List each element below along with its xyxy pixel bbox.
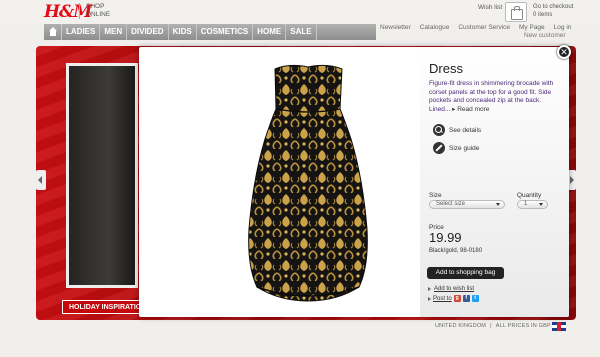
carousel-prev-icon[interactable] xyxy=(36,170,46,190)
nav-ladies[interactable]: LADIES xyxy=(62,24,101,40)
bullet-icon xyxy=(428,296,431,301)
product-title: Dress xyxy=(429,61,463,76)
nav-cosmetics[interactable]: COSMETICS xyxy=(197,24,254,40)
add-to-wish-list-label[interactable]: Add to wish list xyxy=(434,286,474,292)
uk-flag-icon[interactable] xyxy=(552,322,566,331)
holiday-inspiration-label[interactable]: HOLIDAY INSPIRATIO xyxy=(62,300,149,314)
customer-service-link[interactable]: Customer Service xyxy=(458,24,510,31)
nav-sale[interactable]: SALE xyxy=(286,24,317,40)
main-nav: LADIES MEN DIVIDED KIDS COSMETICS HOME S… xyxy=(44,24,376,40)
see-details-label: See details xyxy=(449,126,482,134)
color-article-code: Black/gold, 98-0180 xyxy=(429,248,483,254)
see-details-button[interactable]: See details xyxy=(433,124,481,136)
twitter-icon[interactable]: t xyxy=(471,295,479,302)
pencil-icon xyxy=(433,142,445,154)
wish-list-link[interactable]: Wish list xyxy=(478,4,502,11)
shop-online-label: SHOP ONLINE xyxy=(79,3,119,19)
google-plus-icon[interactable]: g xyxy=(453,295,461,302)
bag-item-count: 0 items xyxy=(533,12,553,18)
nav-home[interactable]: HOME xyxy=(253,24,287,40)
nav-divided[interactable]: DIVIDED xyxy=(127,24,169,40)
nav-kids[interactable]: KIDS xyxy=(169,24,197,40)
shopping-bag-icon[interactable] xyxy=(505,2,527,22)
currency-label: ALL PRICES IN GBP xyxy=(495,323,551,329)
my-page-link[interactable]: My Page xyxy=(519,24,545,31)
read-more-label[interactable]: Read more xyxy=(457,106,489,113)
header: H&M SHOP ONLINE Wish list Go to checkout… xyxy=(0,0,600,24)
nav-men[interactable]: MEN xyxy=(100,24,128,40)
read-more-link[interactable]: ▸ Read more xyxy=(452,106,489,113)
home-icon[interactable] xyxy=(44,24,62,40)
utility-links: Newsletter Catalogue Customer Service My… xyxy=(380,24,571,31)
post-to-row: Post to g f t xyxy=(428,295,479,302)
post-to-label[interactable]: Post to xyxy=(433,296,452,302)
size-label: Size xyxy=(429,192,442,199)
log-in-link[interactable]: Log in xyxy=(554,24,572,31)
add-to-wish-list-link[interactable]: Add to wish list xyxy=(428,286,474,292)
magnify-icon xyxy=(433,124,445,136)
new-customer-link[interactable]: New customer xyxy=(524,32,566,39)
newsletter-link[interactable]: Newsletter xyxy=(380,24,411,31)
country-label[interactable]: UNITED KINGDOM xyxy=(435,323,486,329)
checkout-block[interactable]: Go to checkout 0 items xyxy=(533,3,573,19)
quantity-label: Quantity xyxy=(517,192,542,199)
product-description-text: Figure-fit dress in shimmering brocade w… xyxy=(429,80,554,113)
dress-image xyxy=(248,64,368,302)
footer-region: UNITED KINGDOM | ALL PRICES IN GBP xyxy=(435,323,551,329)
size-select[interactable]: Select size xyxy=(429,200,505,209)
footer-separator: | xyxy=(490,323,492,329)
go-to-checkout-link[interactable]: Go to checkout xyxy=(533,3,573,11)
bullet-icon xyxy=(428,287,431,291)
banner-photo xyxy=(66,63,138,288)
facebook-icon[interactable]: f xyxy=(462,295,470,302)
add-to-bag-button[interactable]: Add to shopping bag xyxy=(427,267,504,279)
product-description: Figure-fit dress in shimmering brocade w… xyxy=(429,80,561,114)
size-guide-label: Size guide xyxy=(449,144,480,152)
catalogue-link[interactable]: Catalogue xyxy=(420,24,450,31)
product-price: 19.99 xyxy=(429,230,462,245)
size-guide-button[interactable]: Size guide xyxy=(433,142,479,154)
close-modal-button[interactable]: ✕ xyxy=(557,45,571,59)
quantity-select[interactable]: 1 xyxy=(517,200,548,209)
